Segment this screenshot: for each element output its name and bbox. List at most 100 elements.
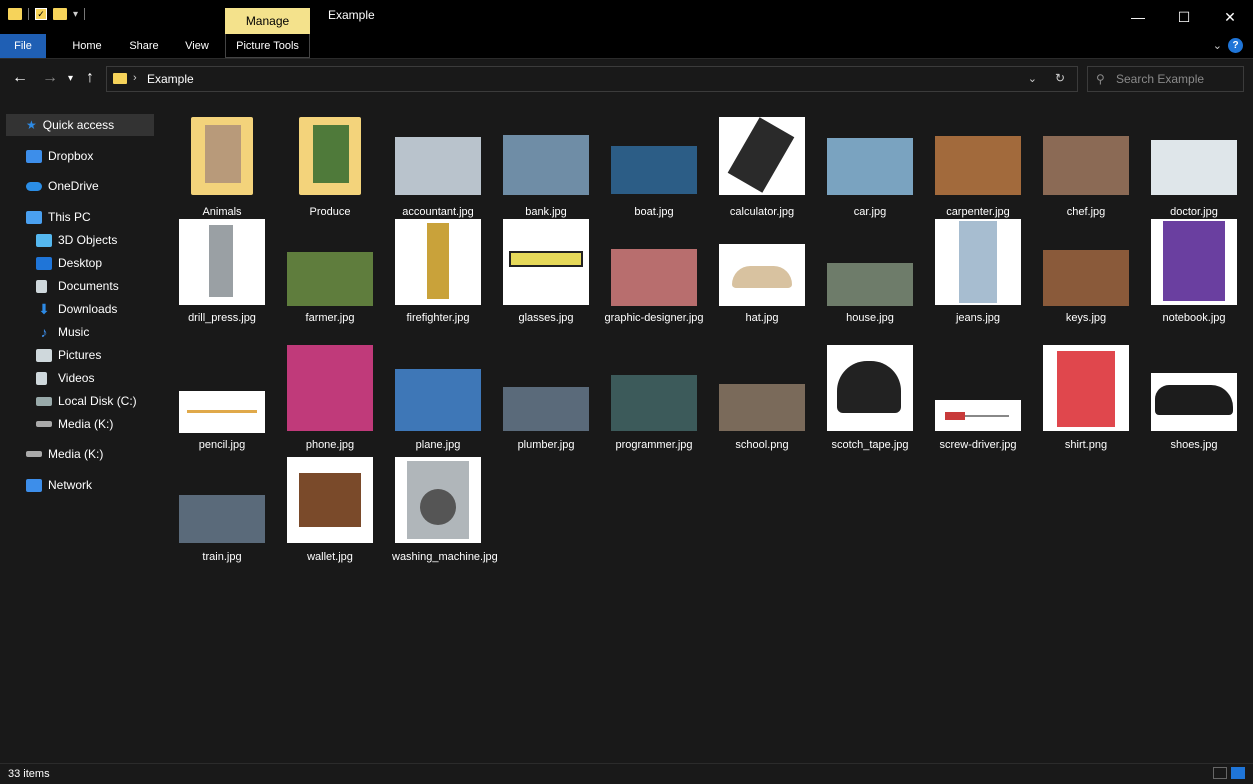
file-tile[interactable]: chef.jpg	[1032, 115, 1140, 227]
tab-view[interactable]: View	[172, 34, 222, 58]
image-thumbnail	[719, 244, 805, 306]
folder-icon[interactable]	[8, 8, 22, 20]
thumbnail-photo	[209, 225, 233, 297]
large-icons-view-button[interactable]	[1231, 767, 1245, 779]
file-tile[interactable]: calculator.jpg	[708, 115, 816, 227]
forward-arrow-icon[interactable]: →	[42, 69, 58, 87]
file-tile[interactable]: train.jpg	[168, 455, 276, 567]
back-arrow-icon[interactable]: ←	[12, 69, 28, 87]
chevron-right-icon[interactable]: ›	[133, 72, 137, 84]
pictures-icon	[36, 348, 52, 362]
expand-ribbon-icon[interactable]: ⌄	[1213, 39, 1222, 52]
file-tile[interactable]: accountant.jpg	[384, 115, 492, 227]
image-thumbnail	[395, 457, 481, 543]
sidebar-item-documents[interactable]: Documents	[36, 275, 119, 297]
sidebar-item-videos[interactable]: Videos	[36, 367, 94, 389]
file-tile[interactable]: shoes.jpg	[1140, 343, 1248, 455]
thumbnail-photo	[205, 125, 241, 183]
file-name: wallet.jpg	[307, 551, 353, 563]
image-thumbnail	[179, 495, 265, 543]
separator	[84, 8, 86, 20]
customize-dropdown-icon[interactable]: ▾	[73, 9, 78, 20]
sidebar-item-3d-objects[interactable]: 3D Objects	[36, 229, 117, 251]
properties-check-icon[interactable]: ✓	[35, 8, 47, 20]
search-box[interactable]: ⚲	[1087, 66, 1244, 92]
tab-manage[interactable]: Manage	[225, 8, 310, 34]
thumbnail-photo	[1057, 351, 1115, 427]
refresh-icon[interactable]: ↻	[1055, 71, 1065, 85]
image-thumbnail	[395, 369, 481, 431]
image-thumbnail	[503, 387, 589, 431]
file-name: Animals	[202, 206, 242, 218]
sidebar-item-media-k-root[interactable]: Media (K:)	[26, 443, 103, 465]
recent-locations-icon[interactable]: ▾	[68, 73, 73, 84]
sidebar-item-local-disk[interactable]: Local Disk (C:)	[36, 390, 137, 412]
image-thumbnail	[1043, 250, 1129, 306]
search-input[interactable]	[1114, 71, 1243, 87]
new-folder-icon[interactable]	[53, 8, 67, 20]
document-icon	[36, 279, 47, 293]
thumbnail-photo	[1155, 385, 1233, 415]
sidebar-item-pictures[interactable]: Pictures	[36, 344, 101, 366]
file-tile[interactable]: pencil.jpg	[168, 343, 276, 455]
sidebar-item-network[interactable]: Network	[26, 474, 92, 496]
file-tile[interactable]: plumber.jpg	[492, 343, 600, 455]
help-icon[interactable]: ?	[1228, 38, 1243, 53]
file-tile[interactable]: bank.jpg	[492, 115, 600, 227]
sidebar-item-quick-access[interactable]: ★ Quick access	[6, 114, 154, 136]
file-tile[interactable]: programmer.jpg	[600, 343, 708, 455]
sidebar-item-downloads[interactable]: ⬇ Downloads	[36, 298, 117, 320]
sidebar-item-media-k[interactable]: Media (K:)	[36, 413, 113, 435]
desktop-icon	[36, 256, 52, 270]
file-tile[interactable]: phone.jpg	[276, 343, 384, 455]
sidebar-item-label: Media (K:)	[48, 447, 104, 461]
sidebar-item-music[interactable]: ♪ Music	[36, 321, 90, 343]
tab-home[interactable]: Home	[60, 34, 114, 58]
file-tile[interactable]: keys.jpg	[1032, 227, 1140, 339]
close-button[interactable]: ✕	[1207, 0, 1253, 34]
file-tile[interactable]: Animals	[168, 115, 276, 227]
file-tile[interactable]: plane.jpg	[384, 343, 492, 455]
file-tile[interactable]: graphic-designer.jpg	[600, 227, 708, 339]
file-tile[interactable]: glasses.jpg	[492, 219, 600, 339]
file-tile[interactable]: shirt.png	[1032, 343, 1140, 455]
file-tile[interactable]: notebook.jpg	[1140, 219, 1248, 339]
sidebar-item-this-pc[interactable]: This PC	[26, 206, 91, 228]
file-tile[interactable]: carpenter.jpg	[924, 115, 1032, 227]
thumbnail-photo	[945, 412, 965, 420]
file-tile[interactable]: school.png	[708, 343, 816, 455]
file-tile[interactable]: firefighter.jpg	[384, 219, 492, 339]
music-icon: ♪	[40, 324, 48, 340]
chevron-down-icon[interactable]: ⌄	[1028, 72, 1037, 85]
file-tile[interactable]: jeans.jpg	[924, 219, 1032, 339]
maximize-button[interactable]: ☐	[1161, 0, 1207, 34]
sidebar-item-dropbox[interactable]: Dropbox	[26, 145, 93, 167]
file-tile[interactable]: house.jpg	[816, 227, 924, 339]
file-tile[interactable]: drill_press.jpg	[168, 219, 276, 339]
address-bar[interactable]: › Example ⌄ ↻	[106, 66, 1078, 92]
file-tile[interactable]: boat.jpg	[600, 115, 708, 227]
sidebar-item-desktop[interactable]: Desktop	[36, 252, 102, 274]
image-thumbnail	[1043, 136, 1129, 195]
details-view-button[interactable]	[1213, 767, 1227, 779]
file-tile[interactable]: Produce	[276, 115, 384, 227]
tab-file[interactable]: File	[0, 34, 46, 58]
file-tile[interactable]: screw-driver.jpg	[924, 343, 1032, 455]
file-tile[interactable]: car.jpg	[816, 115, 924, 227]
thumbnail-photo	[509, 251, 583, 267]
window-title: Example	[328, 8, 375, 22]
file-tile[interactable]: doctor.jpg	[1140, 115, 1248, 227]
file-tile[interactable]: farmer.jpg	[276, 227, 384, 339]
file-name: house.jpg	[846, 312, 894, 324]
tab-picture-tools[interactable]: Picture Tools	[225, 34, 310, 58]
file-tile[interactable]: washing_machine.jpg	[384, 455, 498, 567]
up-arrow-icon[interactable]: ↑	[86, 69, 94, 87]
tab-share[interactable]: Share	[118, 34, 170, 58]
file-tile[interactable]: scotch_tape.jpg	[816, 343, 924, 455]
file-name: carpenter.jpg	[946, 206, 1010, 218]
minimize-button[interactable]: —	[1115, 0, 1161, 34]
sidebar-item-onedrive[interactable]: OneDrive	[26, 175, 99, 197]
file-tile[interactable]: hat.jpg	[708, 227, 816, 339]
file-tile[interactable]: wallet.jpg	[276, 455, 384, 567]
breadcrumb-example[interactable]: Example	[147, 72, 194, 86]
